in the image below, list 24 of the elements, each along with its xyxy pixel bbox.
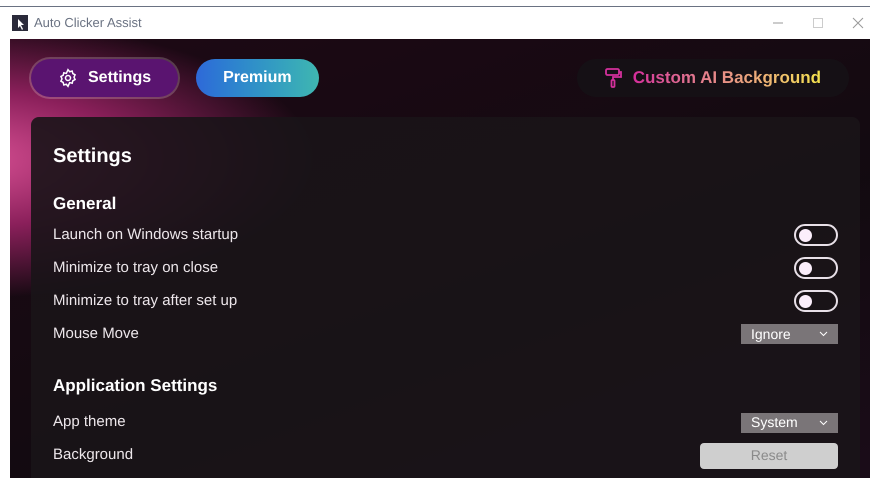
dropdown[interactable]: Ignore [741, 324, 838, 344]
gear-icon [58, 68, 78, 88]
setting-label: Minimize to tray after set up [53, 290, 238, 311]
section-heading: Application Settings [53, 374, 218, 397]
paint-roller-icon [604, 68, 623, 88]
toggle-switch[interactable] [794, 224, 838, 246]
setting-label: Minimize to tray on close [53, 258, 218, 278]
custom-ai-background-button[interactable]: Custom AI Background [576, 59, 849, 97]
toggle-switch[interactable] [794, 290, 838, 312]
panel-title: Settings [53, 144, 133, 169]
close-icon[interactable] [852, 17, 864, 29]
tab[interactable]: Settings [31, 59, 178, 97]
dropdown[interactable]: System [741, 412, 838, 432]
window-title: Auto Clicker Assist [34, 14, 142, 32]
setting-label: Mouse Move [53, 324, 139, 344]
setting-label: Launch on Windows startup [53, 224, 238, 245]
app-icon [12, 15, 28, 31]
chevron-down-icon [819, 331, 828, 337]
setting-label: App theme [53, 412, 126, 432]
tab[interactable]: Premium [196, 59, 319, 97]
setting-label: Background [53, 445, 134, 466]
chevron-down-icon [819, 420, 828, 426]
toggle-switch[interactable] [794, 257, 838, 279]
section-heading: General [53, 193, 118, 215]
